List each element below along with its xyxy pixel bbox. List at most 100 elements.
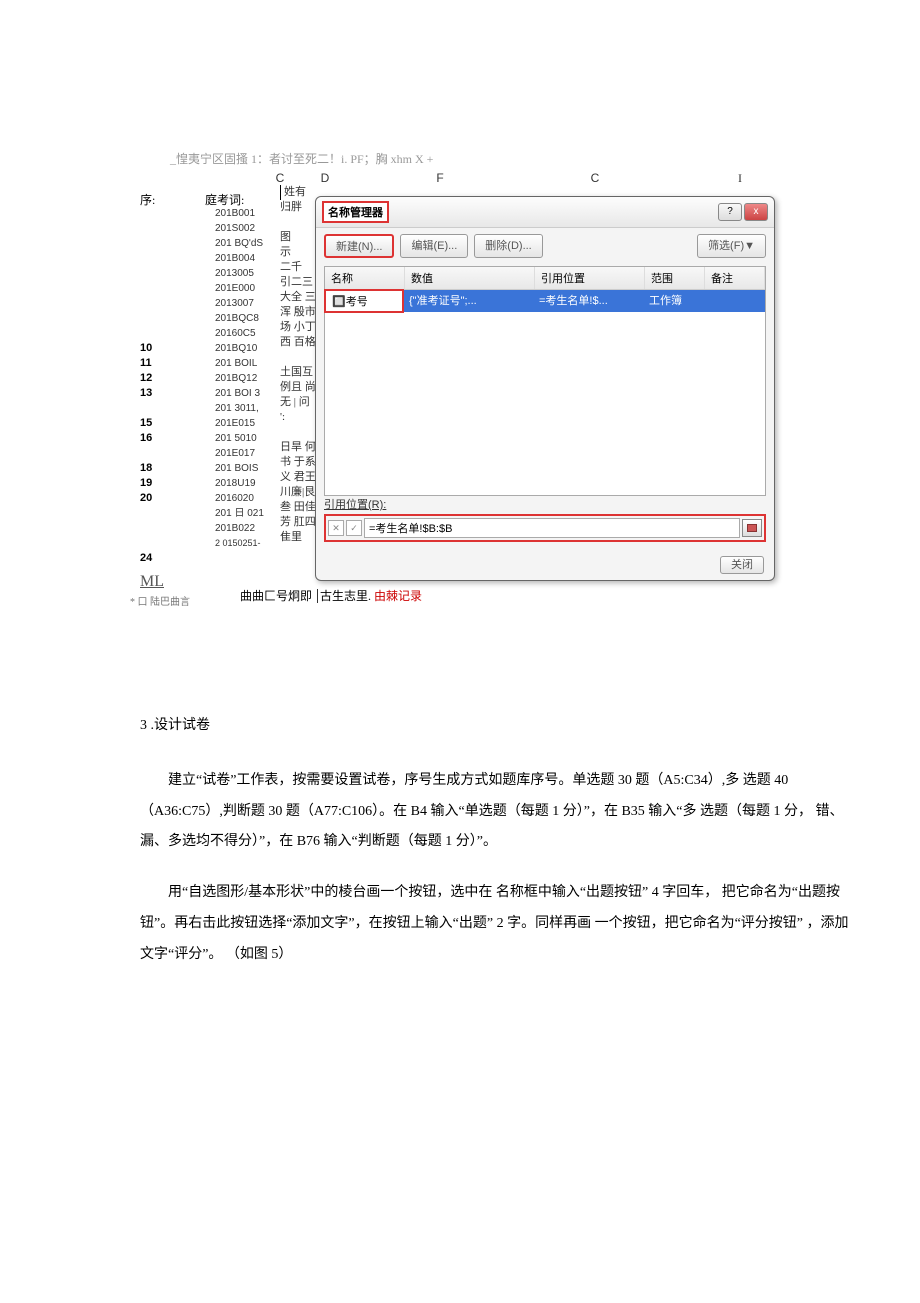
cancel-icon[interactable]: ✕ bbox=[328, 520, 344, 536]
name-cell: 引二三 bbox=[280, 275, 316, 290]
accept-icon[interactable]: ✓ bbox=[346, 520, 362, 536]
ref-section: 引用位置(R): ✕ ✓ =考生名单!$B:$B bbox=[324, 496, 766, 542]
code-cell: 201BQ12 bbox=[215, 371, 264, 386]
ref-label: 引用位置(R): bbox=[324, 496, 766, 512]
code-cell: 201 3011, bbox=[215, 401, 264, 416]
list-header: 名称 数值 引用位置 范围 备注 bbox=[325, 267, 765, 290]
name-manager-dialog: 名称管理器 ? x 新建(N)... 编辑(E)... 删除(D)... 筛选(… bbox=[315, 196, 775, 581]
column-headers: C D F C I bbox=[140, 171, 830, 186]
code-cell: 201 5010 bbox=[215, 431, 264, 446]
code-cell: 2018U19 bbox=[215, 476, 264, 491]
name-cell: 场 小丁 bbox=[280, 320, 316, 335]
col-scope[interactable]: 范围 bbox=[645, 267, 705, 289]
code-cell: 2016020 bbox=[215, 491, 264, 506]
dialog-title: 名称管理器 bbox=[322, 201, 389, 223]
name-cell bbox=[280, 350, 316, 365]
code-cell: 2013005 bbox=[215, 266, 264, 281]
range-picker-icon[interactable] bbox=[742, 519, 762, 537]
code-cell: 2 0150251- bbox=[215, 536, 264, 551]
name-cell bbox=[280, 215, 316, 230]
name-cell: 义 君王 bbox=[280, 470, 316, 485]
name-cell: 隹里 bbox=[280, 530, 316, 545]
name-cell: 书 于系 bbox=[280, 455, 316, 470]
ref-input[interactable]: =考生名单!$B:$B bbox=[364, 518, 740, 538]
list-row[interactable]: 🔲考号 {"准考证号";... =考生名单!$... 工作簿 bbox=[325, 290, 765, 312]
footer-note: * 口 陆巴曲言 bbox=[130, 593, 190, 608]
row-num: 19 bbox=[140, 476, 152, 491]
code-cell: 201BQ10 bbox=[215, 341, 264, 356]
row-num: 11 bbox=[140, 356, 152, 371]
name-cell: 归胖 bbox=[280, 200, 316, 215]
name-cell bbox=[280, 425, 316, 440]
col-c: C bbox=[140, 171, 290, 186]
col-note[interactable]: 备注 bbox=[705, 267, 765, 289]
row-num: 12 bbox=[140, 371, 152, 386]
sheet-tab[interactable]: 曲曲匚号炯即 bbox=[240, 589, 312, 603]
row-name: 🔲考号 bbox=[324, 289, 404, 313]
name-cell: 无 | 问 bbox=[280, 395, 316, 410]
name-cell: 二千 bbox=[280, 260, 316, 275]
name-cell: 示 bbox=[280, 245, 316, 260]
help-icon[interactable]: ? bbox=[718, 203, 742, 221]
name-cell: 川廉|艮 bbox=[280, 485, 316, 500]
paragraph: 用“自选图形/基本形状”中的棱台画一个按钮，选中在 名称框中输入“出题按钮” 4… bbox=[140, 878, 860, 970]
col-f: F bbox=[360, 171, 520, 186]
code-cell: 201E000 bbox=[215, 281, 264, 296]
row-scope: 工作簿 bbox=[643, 290, 703, 312]
sheet-tab[interactable]: 古生志里. bbox=[320, 589, 371, 603]
code-cell: 201S002 bbox=[215, 221, 264, 236]
col-value[interactable]: 数值 bbox=[405, 267, 535, 289]
row-num: 18 bbox=[140, 461, 152, 476]
name-cell: 日旱 何 bbox=[280, 440, 316, 455]
names-list: 名称 数值 引用位置 范围 备注 🔲考号 {"准考证号";... =考生名单!$… bbox=[324, 266, 766, 496]
col-name[interactable]: 名称 bbox=[325, 267, 405, 289]
col-c2: C bbox=[520, 171, 670, 186]
row-numbers: 10 11 12 13 15 16 18 19 20 24 bbox=[140, 341, 152, 566]
row-num: 16 bbox=[140, 431, 152, 446]
code-cell: 201 BOIL bbox=[215, 356, 264, 371]
close-button[interactable]: 关闭 bbox=[720, 556, 764, 574]
names-column: 姓有 归胖 图 示 二千 引二三 大全 三 浑 殷市 场 小丁 西 百格 土国互… bbox=[280, 185, 316, 545]
code-cell: 201 BOIS bbox=[215, 461, 264, 476]
name-cell: 图 bbox=[280, 230, 316, 245]
filter-button[interactable]: 筛选(F)▼ bbox=[697, 234, 766, 258]
code-cell: 201 日 021 bbox=[215, 506, 264, 521]
section-heading: 3 .设计试卷 bbox=[140, 711, 860, 742]
row-num: 15 bbox=[140, 416, 152, 431]
col-ref[interactable]: 引用位置 bbox=[535, 267, 645, 289]
dialog-titlebar: 名称管理器 ? x bbox=[316, 197, 774, 228]
row-num: 10 bbox=[140, 341, 152, 356]
code-cell: 201E017 bbox=[215, 446, 264, 461]
sheet-tab[interactable]: 由棘记录 bbox=[374, 589, 422, 603]
name-cell: 叁 田佳 bbox=[280, 500, 316, 515]
code-cell: 201 BQ'dS bbox=[215, 236, 264, 251]
code-cell: 201B001 bbox=[215, 206, 264, 221]
edit-button[interactable]: 编辑(E)... bbox=[400, 234, 468, 258]
code-cell: 201 BOI 3 bbox=[215, 386, 264, 401]
name-cell: 西 百格 bbox=[280, 335, 316, 350]
col-i: I bbox=[670, 171, 810, 186]
screenshot-area: C D F C I 序: 庭考词: 201B001 201S002 201 BQ… bbox=[140, 171, 830, 601]
sheet-tabs: 曲曲匚号炯即 古生志里. 由棘记录 bbox=[240, 587, 422, 604]
col-d: D bbox=[290, 171, 360, 186]
row-num bbox=[140, 401, 152, 416]
new-button[interactable]: 新建(N)... bbox=[324, 234, 394, 258]
name-cell: 大全 三 bbox=[280, 290, 316, 305]
name-cell: 土国互 bbox=[280, 365, 316, 380]
row-ref: =考生名单!$... bbox=[533, 290, 643, 312]
close-icon[interactable]: x bbox=[744, 203, 768, 221]
dialog-toolbar: 新建(N)... 编辑(E)... 删除(D)... 筛选(F)▼ bbox=[316, 228, 774, 264]
name-cell: 芳 肛四 bbox=[280, 515, 316, 530]
code-cell: 2013007 bbox=[215, 296, 264, 311]
name-cell: ': bbox=[280, 410, 316, 425]
row-value: {"准考证号";... bbox=[403, 290, 533, 312]
row-num: 20 bbox=[140, 491, 152, 506]
ml-label: ML bbox=[140, 573, 164, 591]
code-cell: 201BQC8 bbox=[215, 311, 264, 326]
row-num: 24 bbox=[140, 551, 152, 566]
code-cell: 20160C5 bbox=[215, 326, 264, 341]
row-num: 13 bbox=[140, 386, 152, 401]
codes-column: 201B001 201S002 201 BQ'dS 201B004 201300… bbox=[215, 206, 264, 551]
delete-button[interactable]: 删除(D)... bbox=[474, 234, 542, 258]
code-cell: 201B022 bbox=[215, 521, 264, 536]
